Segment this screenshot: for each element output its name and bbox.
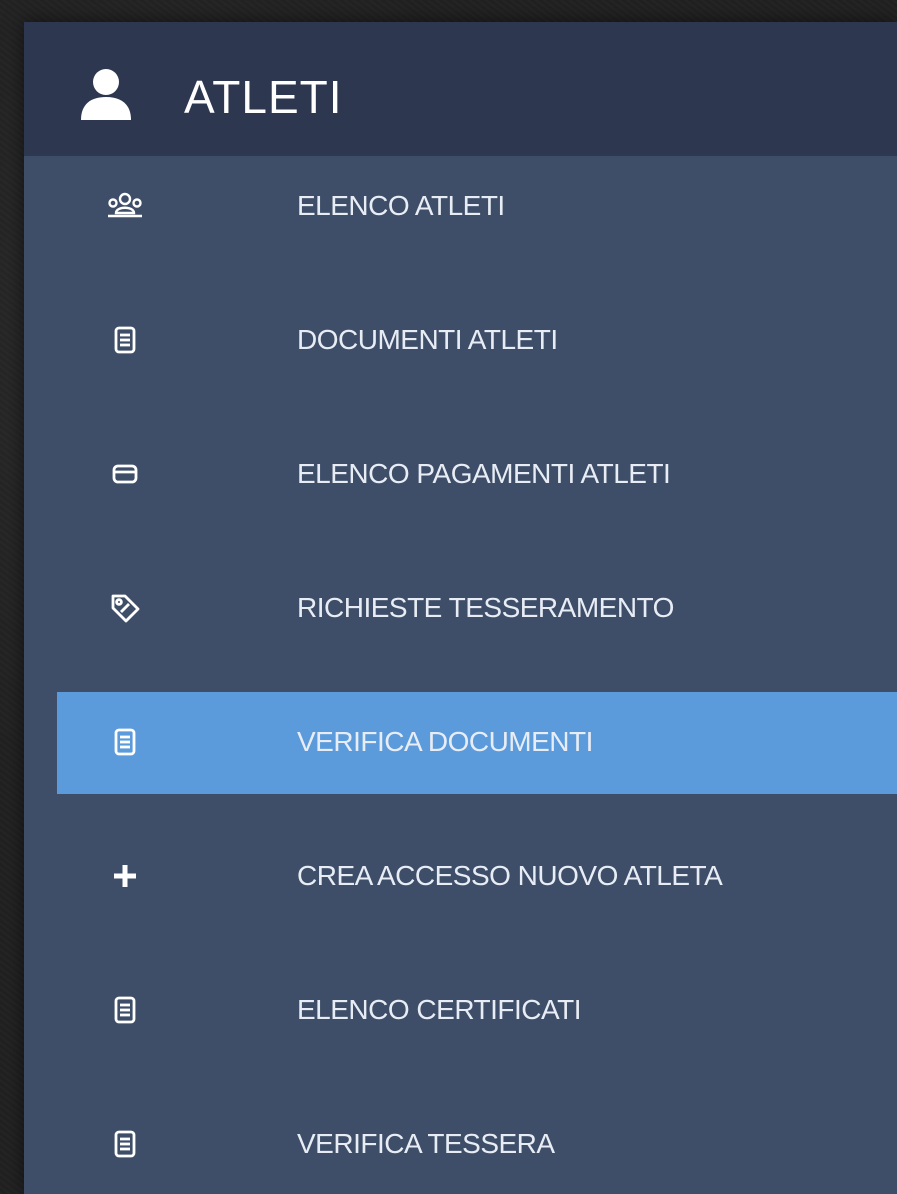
plus-icon [107, 858, 143, 894]
credit-card-icon [107, 456, 143, 492]
menu-item-elenco-certificati[interactable]: ELENCO CERTIFICATI [57, 960, 897, 1062]
panel-header[interactable]: ATLETI [24, 22, 897, 156]
menu-item-label: DOCUMENTI ATLETI [297, 324, 558, 355]
panel-title: ATLETI [184, 71, 343, 123]
menu-item-richieste-tesseramento[interactable]: RICHIESTE TESSERAMENTO [57, 558, 897, 660]
menu-item-elenco-pagamenti-atleti[interactable]: ELENCO PAGAMENTI ATLETI [57, 424, 897, 526]
document-icon [107, 1126, 143, 1162]
document-icon [107, 724, 143, 760]
menu-item-elenco-atleti[interactable]: ELENCO ATLETI [57, 156, 897, 258]
menu-item-label: VERIFICA DOCUMENTI [297, 726, 593, 757]
menu-item-crea-accesso-nuovo-atleta[interactable]: CREA ACCESSO NUOVO ATLETA [57, 826, 897, 928]
menu-item-label: VERIFICA TESSERA [297, 1128, 555, 1159]
menu-item-label: RICHIESTE TESSERAMENTO [297, 592, 674, 623]
menu-item-label: CREA ACCESSO NUOVO ATLETA [297, 860, 723, 891]
document-icon [107, 992, 143, 1028]
menu-item-documenti-atleti[interactable]: DOCUMENTI ATLETI [57, 290, 897, 392]
menu-item-label: ELENCO ATLETI [297, 190, 505, 221]
menu-item-verifica-tessera[interactable]: VERIFICA TESSERA [57, 1094, 897, 1194]
users-group-icon [107, 188, 143, 224]
document-icon [107, 322, 143, 358]
tag-icon [107, 590, 143, 626]
atleti-menu-panel: ATLETI ELENCO ATLETI DOCUMENTI ATLETI EL… [24, 22, 897, 1194]
menu-item-verifica-documenti[interactable]: VERIFICA DOCUMENTI [57, 692, 897, 794]
user-icon [78, 66, 134, 122]
menu-item-label: ELENCO PAGAMENTI ATLETI [297, 458, 671, 489]
menu-item-label: ELENCO CERTIFICATI [297, 994, 582, 1025]
